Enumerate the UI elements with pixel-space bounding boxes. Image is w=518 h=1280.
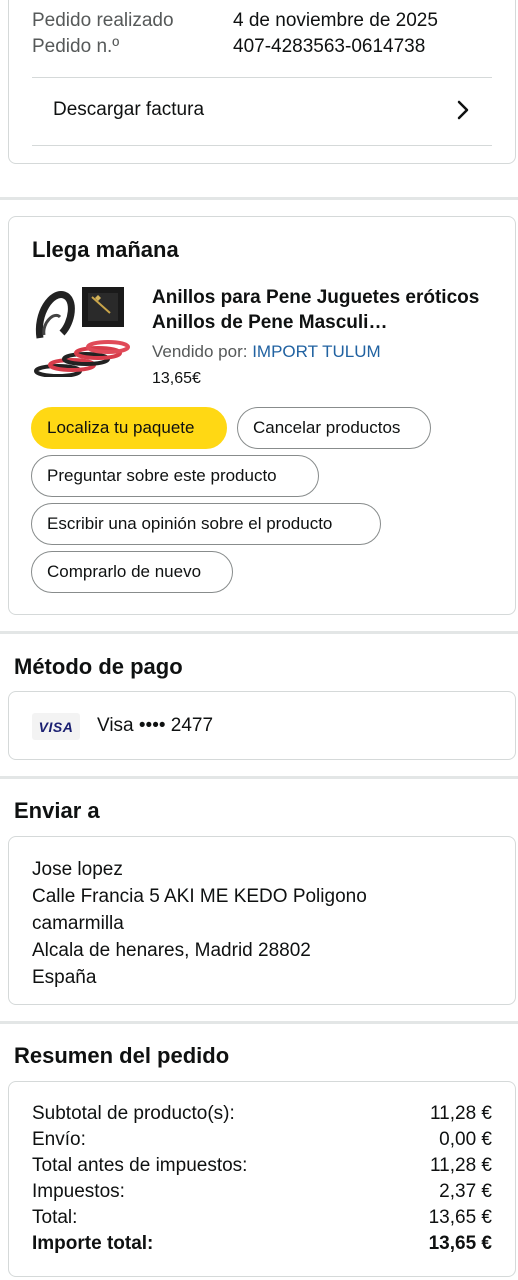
summary-label: Total antes de impuestos: [32, 1155, 248, 1176]
product-price: 13,65€ [152, 370, 201, 387]
delivery-heading: Llega mañana [32, 237, 179, 262]
summary-label: Importe total: [32, 1233, 154, 1254]
sold-by-line: Vendido por: IMPORT TULUM [152, 341, 381, 363]
product-title-link[interactable]: Anillos para Pene Juguetes eróticos Anil… [152, 285, 497, 335]
section-separator [0, 776, 518, 779]
shipping-address: Jose lopez Calle Francia 5 AKI ME KEDO P… [32, 856, 367, 991]
order-date-label: Pedido realizado [32, 10, 174, 31]
order-number-label: Pedido n.º [32, 36, 120, 57]
download-invoice-label: Descargar factura [53, 99, 205, 120]
payment-heading: Método de pago [14, 654, 183, 679]
section-separator [0, 1021, 518, 1024]
divider [32, 145, 492, 146]
section-separator [0, 631, 518, 634]
ask-product-question-button[interactable]: Preguntar sobre este producto [31, 455, 319, 497]
card-brand-text: VISA [38, 718, 74, 735]
order-summary-heading: Resumen del pedido [14, 1043, 230, 1068]
product-image[interactable] [32, 283, 132, 378]
summary-label: Total: [32, 1207, 78, 1228]
summary-row-before-tax: Total antes de impuestos: 11,28 € [32, 1154, 492, 1178]
order-date-value: 4 de noviembre de 2025 [233, 10, 438, 31]
summary-label: Subtotal de producto(s): [32, 1103, 235, 1124]
track-package-button[interactable]: Localiza tu paquete [31, 407, 227, 449]
download-invoice-row[interactable]: Descargar factura [32, 78, 492, 145]
ship-to-heading: Enviar a [14, 798, 100, 823]
summary-row-shipping: Envío: 0,00 € [32, 1128, 492, 1152]
summary-value: 11,28 € [430, 1155, 492, 1176]
summary-value: 13,65 € [428, 1207, 492, 1228]
payment-card [8, 691, 516, 760]
address-line-2: camarmilla [32, 913, 124, 934]
payment-card-text: Visa •••• 2477 [97, 715, 214, 736]
section-separator [0, 197, 518, 200]
sold-by-label: Vendido por: [152, 342, 248, 361]
cancel-items-button[interactable]: Cancelar productos [237, 407, 431, 449]
address-country: España [32, 967, 97, 988]
summary-value: 2,37 € [439, 1181, 492, 1202]
summary-row-grand-total: Importe total: 13,65 € [32, 1232, 492, 1256]
buy-again-button[interactable]: Comprarlo de nuevo [31, 551, 233, 593]
seller-link[interactable]: IMPORT TULUM [252, 342, 380, 361]
recipient-name: Jose lopez [32, 859, 123, 880]
visa-card-icon: VISA [32, 713, 80, 740]
summary-value: 13,65 € [428, 1233, 492, 1254]
write-review-button[interactable]: Escribir una opinión sobre el producto [31, 503, 381, 545]
summary-value: 0,00 € [439, 1129, 492, 1150]
summary-value: 11,28 € [430, 1103, 492, 1124]
order-number-value: 407-4283563-0614738 [233, 36, 426, 57]
address-line-1: Calle Francia 5 AKI ME KEDO Poligono [32, 886, 367, 907]
summary-label: Impuestos: [32, 1181, 125, 1202]
chevron-right-icon [456, 100, 470, 125]
summary-row-tax: Impuestos: 2,37 € [32, 1180, 492, 1204]
summary-label: Envío: [32, 1129, 86, 1150]
summary-row-total: Total: 13,65 € [32, 1206, 492, 1230]
address-line-3: Alcala de henares, Madrid 28802 [32, 940, 311, 961]
summary-row-subtotal: Subtotal de producto(s): 11,28 € [32, 1102, 492, 1126]
